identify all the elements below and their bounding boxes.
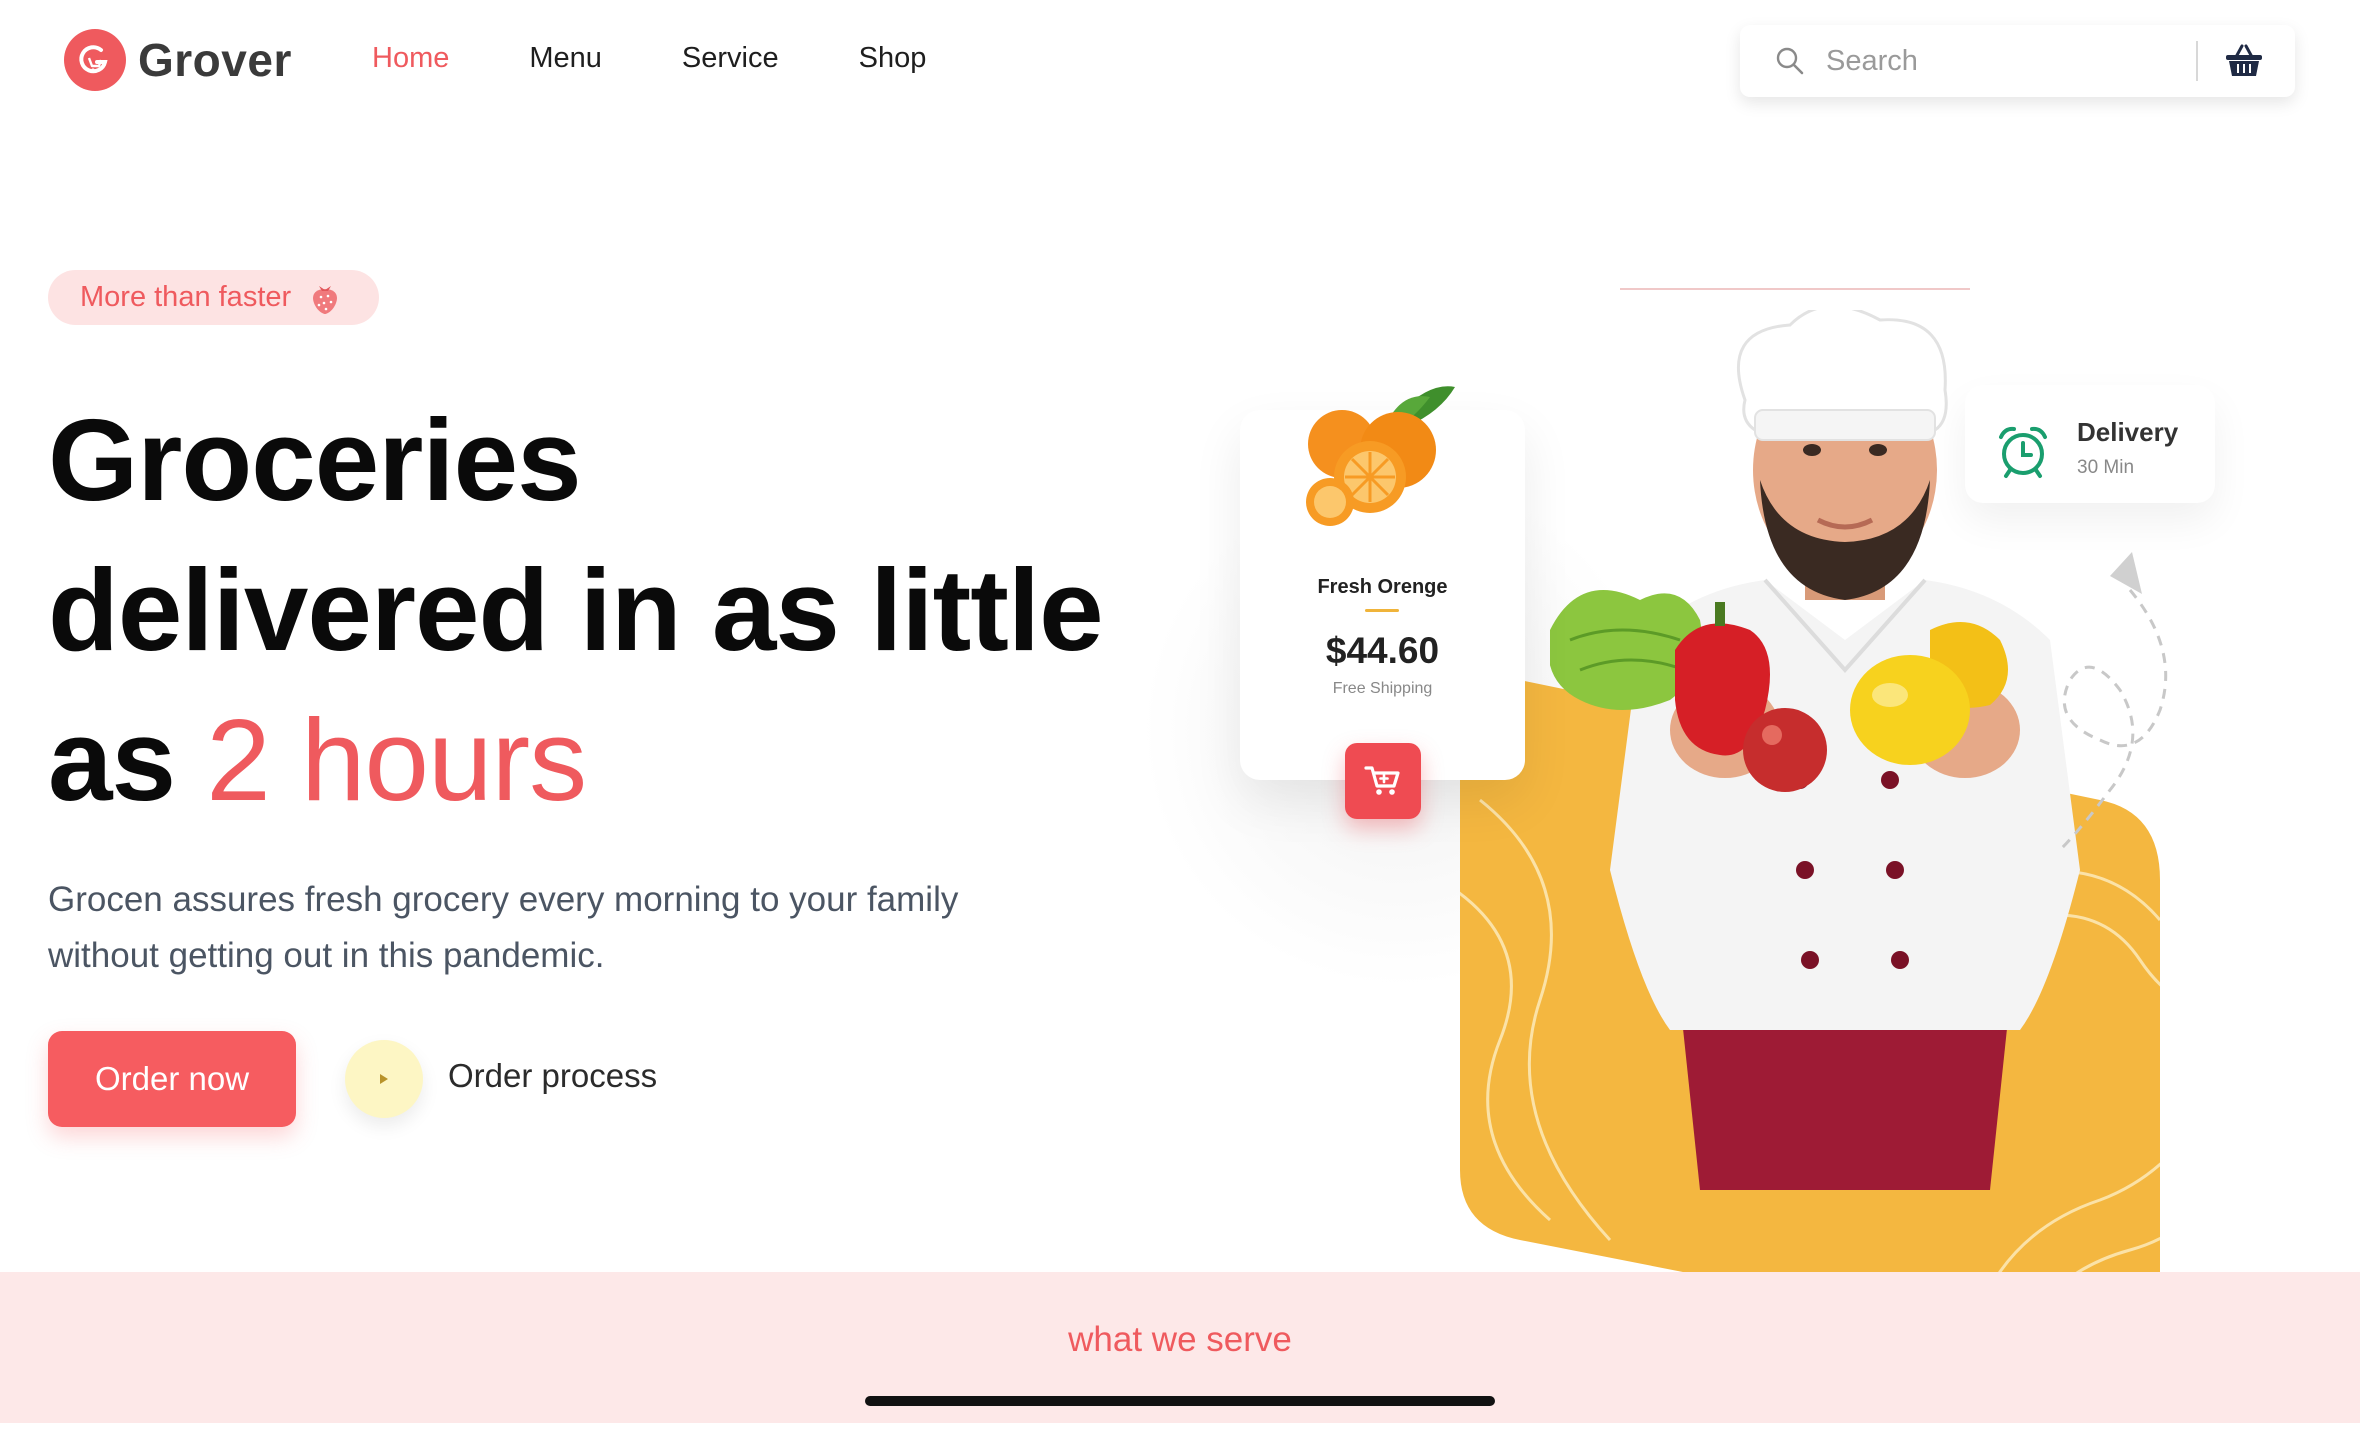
cart-button[interactable]: [2222, 39, 2266, 83]
nav-service[interactable]: Service: [682, 42, 779, 75]
strawberry-icon: [313, 285, 338, 314]
alarm-clock-icon: [1999, 426, 2047, 478]
play-icon: [380, 1074, 388, 1084]
decorative-line: [1620, 288, 1970, 290]
search-divider: [2196, 41, 2198, 81]
tagline-text: More than faster: [80, 281, 292, 313]
product-shipping: Free Shipping: [1332, 680, 1433, 697]
delivery-route-path: [2058, 552, 2168, 852]
hero-title-line-2: delivered in as little: [48, 545, 1104, 675]
product-price: $44.60: [1325, 630, 1440, 671]
section-label: what we serve: [1068, 1320, 1292, 1359]
order-process-play-button[interactable]: [345, 1040, 423, 1118]
order-now-button[interactable]: Order now: [48, 1031, 296, 1127]
delivery-card: Delivery 30 Min: [1965, 385, 2215, 503]
hero-title-prefix: as: [48, 695, 207, 825]
hero-visual: Fresh Orenge $44.60 Free Shipping Delive…: [1100, 270, 2280, 1353]
tagline-badge: More than faster: [48, 270, 380, 325]
product-underline: [1365, 609, 1399, 612]
product-name: Fresh Orenge: [1317, 576, 1448, 598]
hero-title: Groceries delivered in as little as 2 ho…: [48, 385, 1188, 835]
hero-description: Grocen assures fresh grocery every morni…: [48, 880, 959, 975]
nav-home[interactable]: Home: [372, 42, 449, 75]
hero-title-line-3: as 2 hours: [48, 685, 1188, 835]
search-input[interactable]: [1824, 43, 2158, 79]
search-icon: [1776, 47, 1804, 75]
basket-icon: [2226, 44, 2262, 76]
nav-menu[interactable]: Menu: [529, 42, 602, 75]
add-to-cart-button[interactable]: [1345, 743, 1421, 819]
nav-shop[interactable]: Shop: [859, 42, 927, 75]
hero-title-highlight: 2 hours: [206, 695, 587, 825]
main-nav: Home Menu Service Shop: [372, 42, 1006, 75]
search-bar: [1740, 25, 2295, 97]
grover-logo-icon: [64, 29, 126, 91]
order-process-link[interactable]: Order process: [448, 1057, 657, 1095]
add-to-cart-icon: [1364, 766, 1400, 795]
delivery-title: Delivery: [2077, 417, 2179, 447]
hero-title-line-1: Groceries: [48, 395, 582, 525]
orange-fruit-image: [1306, 386, 1455, 526]
delivery-time: 30 Min: [2077, 457, 2135, 478]
brand-name: Grover: [138, 34, 292, 86]
brand-logo[interactable]: Grover: [64, 29, 292, 91]
home-indicator[interactable]: [865, 1396, 1495, 1406]
